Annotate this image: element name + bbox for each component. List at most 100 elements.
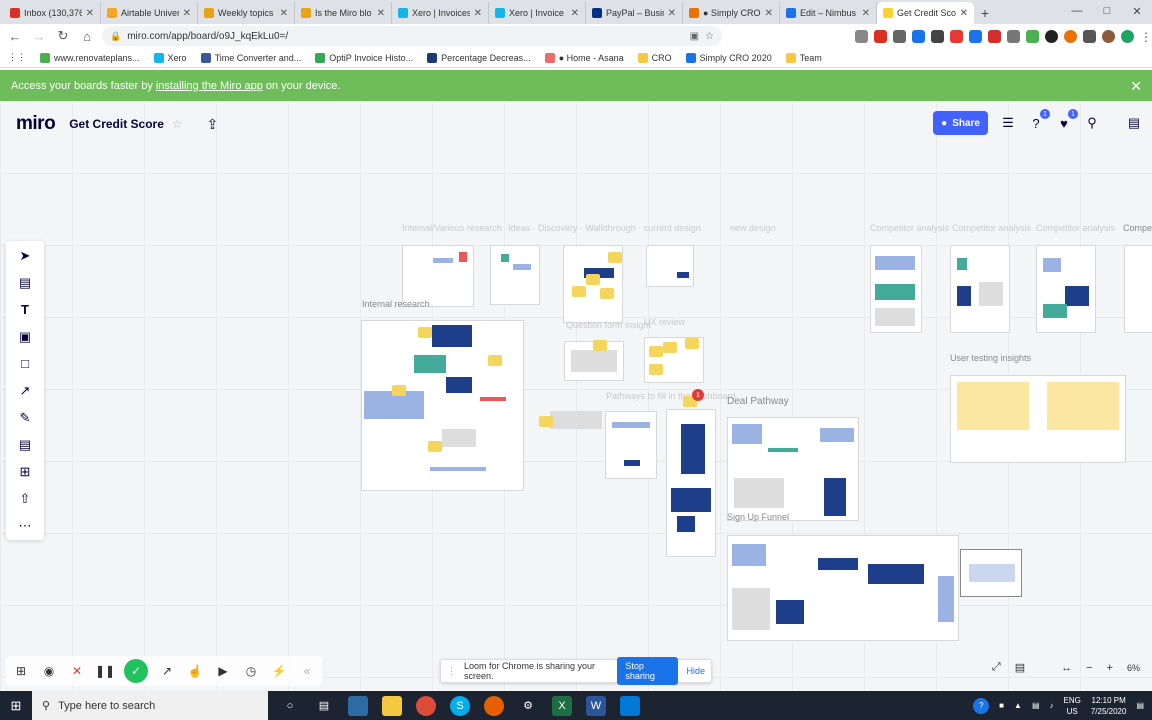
extension-icon[interactable]: [950, 29, 963, 43]
browser-tab[interactable]: Is the Miro blo ✕: [295, 2, 392, 24]
board-frame[interactable]: [563, 245, 623, 323]
taskbar-search[interactable]: ⚲ Type here to search: [32, 691, 268, 720]
browser-tab[interactable]: ● Simply CRO ✕: [683, 2, 780, 24]
internal-research-frame[interactable]: [361, 320, 524, 491]
frame-icon[interactable]: ⊞: [16, 463, 34, 480]
board-frame[interactable]: [870, 245, 922, 333]
bell-icon[interactable]: ♥ 1: [1056, 109, 1078, 131]
signup-funnel-frame[interactable]: [727, 535, 959, 641]
map-icon[interactable]: ▤: [1015, 661, 1025, 674]
board-frame[interactable]: [950, 245, 1010, 333]
network-icon[interactable]: ▤: [1032, 701, 1040, 710]
settings-gear-icon[interactable]: ⚙: [518, 696, 538, 716]
cortana-icon[interactable]: ○: [280, 696, 300, 716]
browser-tab[interactable]: Edit – Nimbus ✕: [780, 2, 877, 24]
zoom-in-icon[interactable]: +: [1107, 662, 1113, 674]
tab-close-icon[interactable]: ✕: [280, 8, 288, 19]
miro-board-canvas[interactable]: miro Get Credit Score ☆ ⇪ ● Share ☰ ? 1 ♥…: [0, 101, 1152, 691]
tray-app-icon[interactable]: ■: [999, 701, 1004, 710]
timer-icon[interactable]: ◷: [242, 662, 260, 680]
select-cursor-icon[interactable]: ➤: [16, 247, 34, 264]
extension-icon[interactable]: [1064, 29, 1077, 43]
camera-icon[interactable]: ◉: [40, 662, 58, 680]
firefox-icon[interactable]: [484, 695, 504, 716]
board-frame[interactable]: [1036, 245, 1096, 333]
drag-handle-icon[interactable]: ⋮: [447, 666, 456, 677]
fullscreen-icon[interactable]: ⤢: [992, 661, 1001, 674]
board-frame[interactable]: [666, 396, 716, 557]
tray-app-icon[interactable]: ▲: [1014, 701, 1022, 710]
pen-icon[interactable]: ✎: [16, 409, 34, 426]
search-icon[interactable]: ⚲: [1084, 115, 1100, 131]
tab-close-icon[interactable]: ✕: [960, 8, 968, 19]
browser-tab[interactable]: Xero | Invoice S ✕: [489, 2, 586, 24]
extension-icon[interactable]: [988, 29, 1001, 43]
chrome-icon[interactable]: [416, 695, 436, 716]
zoom-out-icon[interactable]: −: [1086, 662, 1092, 674]
bookmark-item[interactable]: Time Converter and...: [200, 52, 301, 63]
maximize-icon[interactable]: □: [1092, 0, 1122, 22]
browser-tab[interactable]: PayPal – Busine ✕: [586, 2, 683, 24]
pause-icon[interactable]: ❚❚: [95, 662, 115, 680]
word-icon[interactable]: W: [586, 695, 606, 716]
apps-grid-icon[interactable]: ⊞: [12, 662, 30, 680]
tab-close-icon[interactable]: ✕: [183, 8, 191, 19]
board-frame[interactable]: [490, 245, 540, 305]
task-view-icon[interactable]: ▤: [314, 696, 334, 716]
open-external-icon[interactable]: ↗: [158, 662, 176, 680]
avatar[interactable]: [1102, 29, 1115, 43]
reload-icon[interactable]: ↻: [54, 27, 72, 45]
check-icon[interactable]: ✓: [124, 659, 148, 683]
tab-close-icon[interactable]: ✕: [765, 8, 773, 19]
clock[interactable]: 12:10 PM 7/25/2020: [1091, 695, 1127, 717]
export-icon[interactable]: ⇪: [207, 116, 219, 133]
bookmark-item[interactable]: OptiP Invoice Histo...: [315, 52, 413, 63]
tab-close-icon[interactable]: ✕: [862, 8, 870, 19]
stop-sharing-button[interactable]: Stop sharing: [617, 657, 679, 685]
comment-badge[interactable]: 1: [692, 389, 704, 401]
bookmark-item[interactable]: Percentage Decreas...: [427, 52, 531, 63]
user-testing-frame[interactable]: [950, 375, 1126, 463]
tab-close-icon[interactable]: ✕: [571, 8, 579, 19]
sticky-note[interactable]: [539, 416, 553, 427]
browser-tab[interactable]: Get Credit Sco ✕: [877, 2, 974, 24]
help-tray-icon[interactable]: ?: [973, 697, 990, 714]
bookmark-item[interactable]: CRO: [637, 52, 672, 63]
puzzle-icon[interactable]: [1083, 29, 1096, 43]
bookmark-item[interactable]: Team: [785, 52, 822, 63]
url-field[interactable]: 🔒 miro.com/app/board/o9J_kqEkLu0=/ ▣ ☆: [102, 26, 722, 46]
windows-start-icon[interactable]: ⊞: [0, 691, 32, 720]
extension-icon[interactable]: [1121, 29, 1134, 43]
minimize-icon[interactable]: —: [1062, 0, 1092, 22]
extension-icon[interactable]: [1045, 29, 1058, 43]
browser-tab[interactable]: Weekly topics ✕: [198, 2, 295, 24]
thumbs-up-icon[interactable]: ☝: [186, 662, 204, 680]
board-frame[interactable]: [646, 245, 694, 287]
comment-icon[interactable]: ▤: [16, 436, 34, 453]
extension-icon[interactable]: [855, 29, 868, 43]
board-image[interactable]: [550, 411, 602, 429]
close-window-icon[interactable]: ✕: [1122, 0, 1152, 22]
extension-icon[interactable]: [912, 29, 925, 43]
tab-close-icon[interactable]: ✕: [377, 8, 385, 19]
language-indicator[interactable]: ENG US: [1064, 695, 1081, 717]
collapse-icon[interactable]: «: [298, 662, 316, 680]
bookmark-star-icon[interactable]: ☆: [705, 31, 714, 42]
notification-center-icon[interactable]: ▤: [1136, 701, 1144, 710]
install-app-link[interactable]: installing the Miro app: [156, 80, 263, 92]
tab-close-icon[interactable]: ✕: [668, 8, 676, 19]
video-icon[interactable]: ▶: [214, 662, 232, 680]
more-tools-icon[interactable]: ⋯: [16, 517, 34, 534]
zoom-level[interactable]: 6%: [1127, 663, 1140, 673]
minimap-frame[interactable]: [960, 549, 1022, 597]
excel-icon[interactable]: X: [552, 695, 572, 716]
forward-icon[interactable]: →: [30, 27, 48, 45]
deal-pathway-frame[interactable]: [727, 417, 859, 521]
tab-close-icon[interactable]: ✕: [474, 8, 482, 19]
board-frame[interactable]: [1124, 245, 1152, 333]
miro-logo[interactable]: miro: [16, 113, 56, 135]
close-recording-icon[interactable]: ✕: [68, 662, 86, 680]
sticky-note-icon[interactable]: ▣: [16, 328, 34, 345]
hide-button[interactable]: Hide: [686, 666, 705, 676]
new-tab-icon[interactable]: +: [974, 2, 996, 24]
